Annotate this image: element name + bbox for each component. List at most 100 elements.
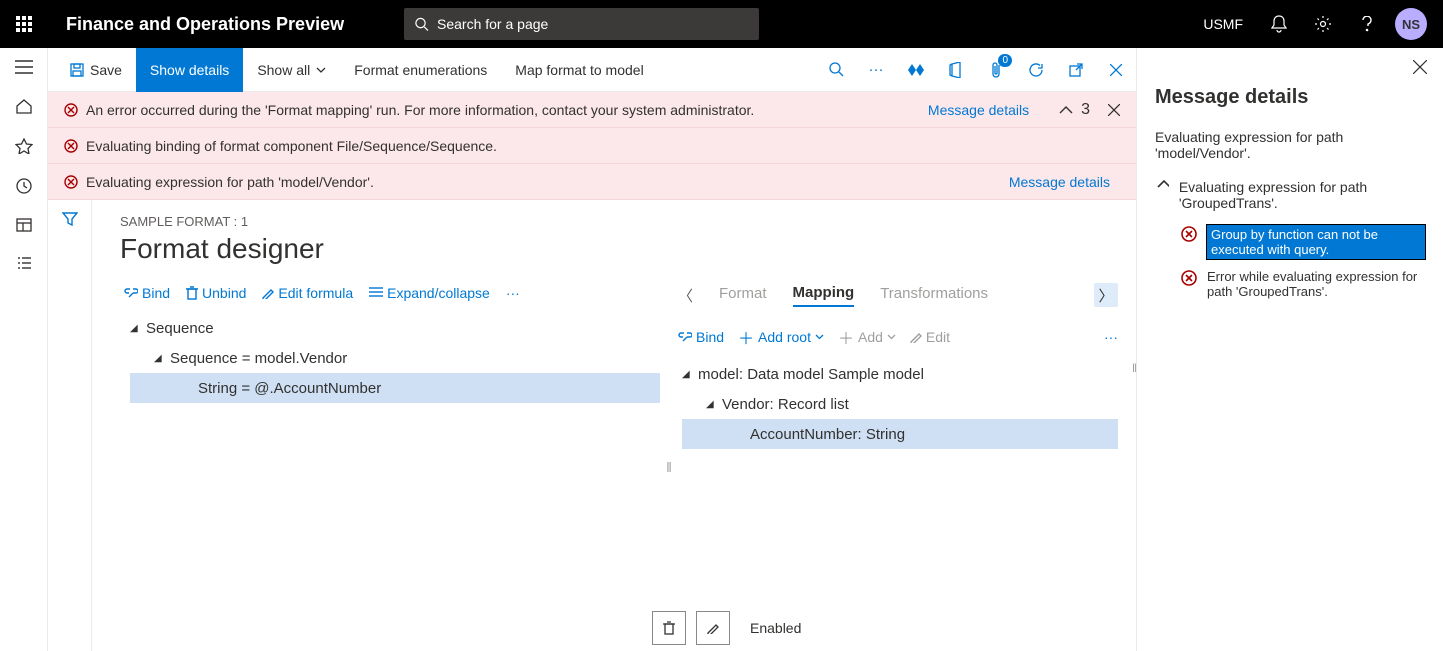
tab-transformations[interactable]: Transformations	[880, 285, 988, 306]
avatar[interactable]: NS	[1395, 8, 1427, 40]
edit-button[interactable]: Edit	[910, 329, 950, 345]
error-icon	[64, 139, 78, 153]
mapping-tree: ◢model: Data model Sample model ◢Vendor:…	[678, 359, 1118, 449]
pane-title: Message details	[1155, 86, 1425, 109]
error-icon	[64, 103, 78, 117]
format-enumerations-button[interactable]: Format enumerations	[340, 48, 501, 92]
save-button[interactable]: Save	[56, 48, 136, 92]
hamburger-icon[interactable]	[15, 60, 33, 74]
collapse-icon[interactable]	[1059, 105, 1073, 115]
chevron-down-icon	[316, 67, 326, 73]
save-label: Save	[90, 62, 122, 78]
workspaces-icon[interactable]	[16, 218, 32, 232]
chevron-down-icon	[815, 334, 824, 340]
error-text: Evaluating binding of format component F…	[86, 138, 497, 154]
tree-node-selected[interactable]: AccountNumber: String	[682, 419, 1118, 449]
error-row-3: Evaluating expression for path 'model/Ve…	[48, 164, 1136, 200]
settings-icon[interactable]	[1301, 0, 1345, 48]
show-all-button[interactable]: Show all	[243, 48, 340, 92]
attachment-badge: 0	[998, 54, 1012, 67]
bottom-actions: Enabled	[652, 611, 801, 645]
tab-format[interactable]: Format	[719, 285, 767, 306]
designer: SAMPLE FORMAT : 1 Format designer Bind U…	[92, 200, 1136, 651]
error-text: An error occurred during the 'Format map…	[86, 102, 754, 118]
dismiss-icon[interactable]	[1108, 104, 1120, 116]
refresh-icon[interactable]	[1016, 48, 1056, 92]
diamond-icon[interactable]	[896, 48, 936, 92]
msg-tree-node[interactable]: Evaluating expression for path 'GroupedT…	[1155, 179, 1425, 211]
popout-icon[interactable]	[1056, 48, 1096, 92]
chevron-down-icon	[887, 334, 896, 340]
main-area: Save Show details Show all Format enumer…	[48, 48, 1136, 651]
enabled-label: Enabled	[750, 620, 801, 636]
waffle-icon	[16, 16, 32, 32]
toolbar-overflow[interactable]: ···	[502, 283, 524, 303]
edit-formula-button[interactable]: Edit formula	[258, 283, 357, 303]
bind-button[interactable]: Bind	[120, 283, 174, 303]
topbar: Finance and Operations Preview USMF NS	[0, 0, 1443, 48]
office-icon[interactable]	[936, 48, 976, 92]
favorites-icon[interactable]	[15, 138, 33, 154]
tree-node[interactable]: ◢Sequence = model.Vendor	[130, 343, 660, 373]
chevron-up-icon	[1157, 179, 1169, 189]
delete-button[interactable]	[652, 611, 686, 645]
legal-entity[interactable]: USMF	[1189, 16, 1257, 32]
tree-node[interactable]: ◢Sequence	[130, 313, 660, 343]
unbind-button[interactable]: Unbind	[182, 283, 250, 303]
recent-icon[interactable]	[16, 178, 32, 194]
message-bar: An error occurred during the 'Format map…	[48, 92, 1136, 200]
find-icon[interactable]	[816, 48, 856, 92]
tree-node[interactable]: ◢model: Data model Sample model	[682, 359, 1118, 389]
attachment-icon[interactable]: 0	[976, 48, 1016, 92]
modules-icon[interactable]	[16, 256, 32, 270]
error-icon	[64, 175, 78, 189]
tab-prev-icon[interactable]: 〈	[678, 285, 693, 306]
close-icon[interactable]	[1096, 48, 1136, 92]
bind-button[interactable]: Bind	[678, 329, 724, 345]
msg-tree-child[interactable]: Group by function can not be executed wi…	[1155, 225, 1425, 259]
filter-icon	[62, 212, 78, 226]
show-details-button[interactable]: Show details	[136, 48, 243, 92]
format-toolbar: Bind Unbind Edit formula Expand/collapse…	[120, 283, 660, 313]
mapping-tabs: 〈 Format Mapping Transformations 〉	[678, 283, 1118, 315]
actionbar: Save Show details Show all Format enumer…	[48, 48, 1136, 92]
message-details-link[interactable]: Message details	[1009, 174, 1120, 190]
error-icon	[1181, 226, 1197, 242]
error-row-2: Evaluating binding of format component F…	[48, 128, 1136, 164]
mapping-overflow-icon[interactable]: ···	[1104, 329, 1118, 345]
search-box[interactable]	[404, 8, 759, 40]
map-format-button[interactable]: Map format to model	[501, 48, 657, 92]
add-button[interactable]: ＋Add	[838, 325, 896, 349]
error-count: 3	[1081, 101, 1090, 119]
help-icon[interactable]	[1345, 0, 1389, 48]
app-launcher[interactable]	[0, 0, 48, 48]
expand-collapse-button[interactable]: Expand/collapse	[365, 283, 494, 303]
overflow-icon[interactable]: ···	[856, 48, 896, 92]
msg-tree-child[interactable]: Error while evaluating expression for pa…	[1155, 269, 1425, 299]
filter-column[interactable]	[48, 200, 92, 651]
workspace: SAMPLE FORMAT : 1 Format designer Bind U…	[48, 200, 1136, 651]
message-details-link[interactable]: Message details	[928, 102, 1039, 118]
tab-mapping[interactable]: Mapping	[793, 284, 855, 307]
page-title: Format designer	[120, 233, 1136, 265]
close-pane-icon[interactable]	[1413, 60, 1427, 74]
mapping-toolbar: Bind ＋Add root ＋Add Edit ···	[678, 315, 1118, 359]
notifications-icon[interactable]	[1257, 0, 1301, 48]
format-panel: Bind Unbind Edit formula Expand/collapse…	[120, 283, 660, 651]
action-icons: ··· 0	[816, 48, 1136, 92]
search-input[interactable]	[437, 16, 749, 32]
add-root-button[interactable]: ＋Add root	[738, 325, 824, 349]
edit-button[interactable]	[696, 611, 730, 645]
splitter[interactable]: ‖	[660, 283, 678, 651]
error-text: Evaluating expression for path 'model/Ve…	[86, 174, 374, 190]
home-icon[interactable]	[15, 98, 33, 114]
left-rail	[0, 48, 48, 651]
tab-next-icon[interactable]: 〉	[1094, 283, 1118, 307]
message-details-pane: Message details Evaluating expression fo…	[1136, 48, 1443, 651]
tree-node[interactable]: ◢Vendor: Record list	[682, 389, 1118, 419]
error-row-1: An error occurred during the 'Format map…	[48, 92, 1136, 128]
top-right: USMF NS	[1189, 0, 1443, 48]
tree-node-selected[interactable]: String = @.AccountNumber	[130, 373, 660, 403]
breadcrumb: SAMPLE FORMAT : 1	[120, 214, 1136, 229]
format-tree: ◢Sequence ◢Sequence = model.Vendor Strin…	[120, 313, 660, 403]
